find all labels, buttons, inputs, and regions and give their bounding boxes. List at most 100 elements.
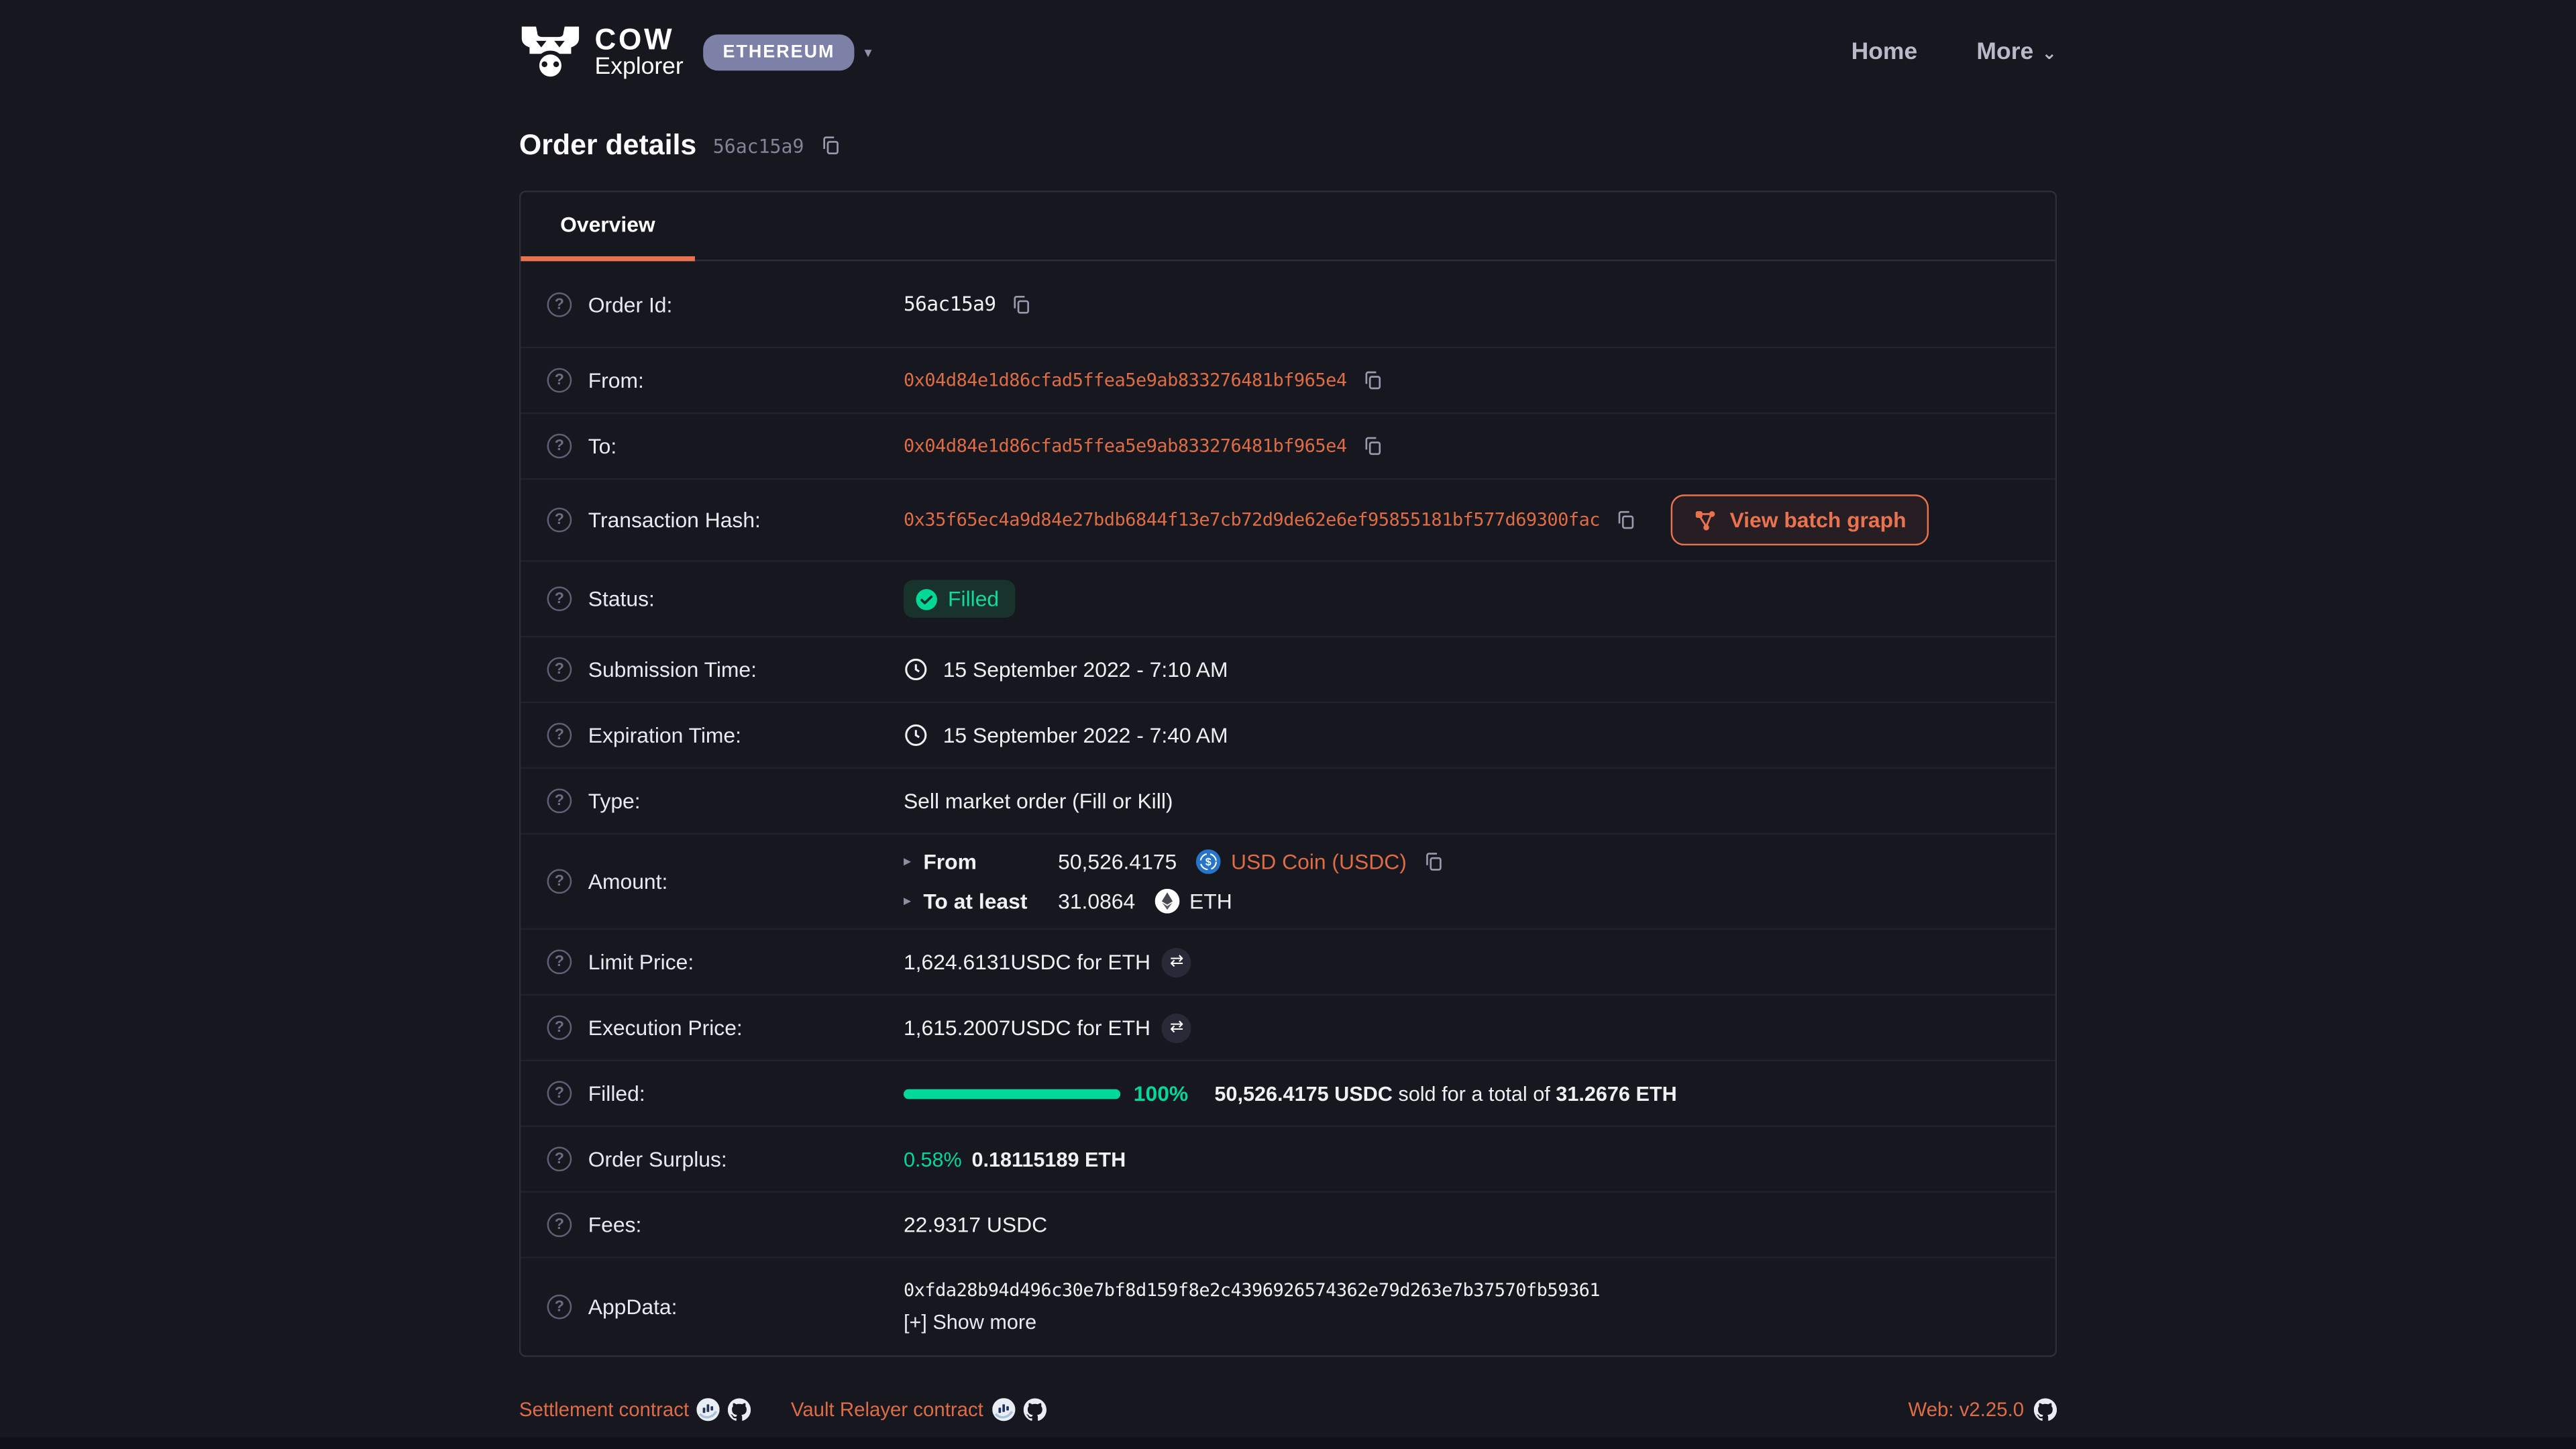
- amount-from-value: 50,526.4175: [1058, 849, 1177, 874]
- usdc-icon: $: [1197, 849, 1222, 874]
- check-circle-icon: [915, 588, 938, 610]
- copy-order-id-button[interactable]: [820, 135, 842, 156]
- help-icon[interactable]: ?: [547, 1212, 572, 1237]
- settlement-contract-link[interactable]: Settlement contract: [519, 1398, 689, 1421]
- row-to: ? To: 0x04d84e1d86cfad5ffea5e9ab83327648…: [521, 413, 2055, 478]
- row-order-id: ? Order Id: 56ac15a9: [521, 261, 2055, 346]
- order-id-value: 56ac15a9: [904, 292, 996, 315]
- settlement-contract-group: Settlement contract: [519, 1398, 751, 1421]
- cow-explorer-logo[interactable]: COW Explorer: [519, 21, 684, 84]
- help-icon[interactable]: ?: [547, 434, 572, 459]
- order-short-id: 56ac15a9: [713, 134, 804, 157]
- nav-more-menu[interactable]: More ⌄: [1976, 40, 2057, 66]
- copy-icon[interactable]: [1362, 435, 1383, 457]
- web-version-link[interactable]: Web: v2.25.0: [1908, 1398, 2024, 1421]
- main-nav: Home More ⌄: [1851, 40, 2057, 66]
- tab-bar: Overview: [521, 193, 2055, 262]
- github-icon[interactable]: [2034, 1398, 2057, 1421]
- row-execution-price: ? Execution Price: 1,615.2007USDC for ET…: [521, 994, 2055, 1060]
- help-icon[interactable]: ?: [547, 869, 572, 894]
- invert-price-button[interactable]: ⇄: [1162, 947, 1191, 977]
- row-transaction-hash: ? Transaction Hash: 0x35f65ec4a9d84e27bd…: [521, 478, 2055, 560]
- logo-wordmark: COW Explorer: [595, 24, 684, 81]
- help-icon[interactable]: ?: [547, 586, 572, 611]
- surplus-percent: 0.58%: [904, 1148, 962, 1171]
- etherscan-icon[interactable]: [991, 1398, 1014, 1421]
- clock-icon: [904, 657, 928, 682]
- status-badge: Filled: [904, 580, 1016, 617]
- eth-icon: [1155, 889, 1180, 914]
- top-bar: COW Explorer ETHEREUM ▾ Home More ⌄: [0, 0, 2576, 84]
- triangle-right-icon: ▸: [904, 892, 923, 910]
- from-address-link[interactable]: 0x04d84e1d86cfad5ffea5e9ab833276481bf965…: [904, 370, 1347, 391]
- copy-icon[interactable]: [1362, 370, 1383, 391]
- main-content: Order details 56ac15a9 Overview ? Order …: [519, 128, 2057, 1357]
- surplus-value: 0.18115189 ETH: [971, 1148, 1126, 1171]
- help-icon[interactable]: ?: [547, 1015, 572, 1040]
- order-details-card: Overview ? Order Id: 56ac15a9 ?: [519, 191, 2057, 1357]
- row-status: ? Status: Filled: [521, 560, 2055, 636]
- network-selector-badge[interactable]: ETHEREUM: [703, 34, 855, 70]
- logo-subtitle: Explorer: [595, 54, 684, 81]
- amount-to-line: ▸ To at least 31.0864 ETH: [904, 889, 1444, 914]
- cow-icon: [519, 21, 582, 84]
- tx-hash-link[interactable]: 0x35f65ec4a9d84e27bdb6844f13e7cb72d9de62…: [904, 509, 1600, 531]
- amount-from-line: ▸ From 50,526.4175 $ USD Coin (USDC): [904, 849, 1444, 874]
- help-icon[interactable]: ?: [547, 723, 572, 748]
- help-icon[interactable]: ?: [547, 508, 572, 533]
- execution-price-suffix: USDC for ETH: [1010, 1015, 1150, 1040]
- page-title: Order details: [519, 128, 696, 162]
- help-icon[interactable]: ?: [547, 950, 572, 975]
- help-icon[interactable]: ?: [547, 292, 572, 317]
- tab-overview[interactable]: Overview: [521, 193, 694, 262]
- etherscan-icon[interactable]: [697, 1398, 720, 1421]
- eth-token-label: ETH: [1189, 889, 1232, 914]
- help-icon[interactable]: ?: [547, 1146, 572, 1171]
- expiration-time-value: 15 September 2022 - 7:40 AM: [943, 723, 1228, 748]
- usdc-token-link[interactable]: USD Coin (USDC): [1231, 849, 1407, 874]
- filled-summary: 50,526.4175 USDC sold for a total of 31.…: [1214, 1082, 1676, 1105]
- github-icon[interactable]: [1023, 1398, 1046, 1421]
- nav-home-link[interactable]: Home: [1851, 40, 1918, 66]
- row-type: ? Type: Sell market order (Fill or Kill): [521, 767, 2055, 833]
- network-caret-down-icon[interactable]: ▾: [864, 44, 871, 62]
- row-filled: ? Filled: 100% 50,526.4175 USDC sold for…: [521, 1060, 2055, 1126]
- swap-arrows-icon: ⇄: [1170, 953, 1184, 971]
- copy-icon[interactable]: [1615, 509, 1636, 531]
- batch-graph-icon: [1694, 508, 1717, 531]
- help-icon[interactable]: ?: [547, 789, 572, 814]
- row-fees: ? Fees: 22.9317 USDC: [521, 1191, 2055, 1257]
- row-limit-price: ? Limit Price: 1,624.6131USDC for ETH ⇄: [521, 928, 2055, 994]
- execution-price-amount: 1,615.2007: [904, 1015, 1010, 1040]
- help-icon[interactable]: ?: [547, 1295, 572, 1320]
- github-icon[interactable]: [729, 1398, 751, 1421]
- help-icon[interactable]: ?: [547, 657, 572, 682]
- vault-relayer-contract-link[interactable]: Vault Relayer contract: [791, 1398, 983, 1421]
- page-footer: Settlement contract Vault Relayer contra…: [0, 1398, 2576, 1421]
- row-submission-time: ? Submission Time: 15 September 2022 - 7…: [521, 636, 2055, 702]
- copy-icon[interactable]: [1011, 293, 1032, 315]
- help-icon[interactable]: ?: [547, 368, 572, 393]
- row-appdata: ? AppData: 0xfda28b94d496c30e7bf8d159f8e…: [521, 1256, 2055, 1355]
- fees-value: 22.9317 USDC: [904, 1212, 1047, 1237]
- status-text: Filled: [948, 586, 999, 611]
- logo-title: COW: [595, 24, 684, 54]
- invert-price-button[interactable]: ⇄: [1162, 1013, 1191, 1042]
- submission-time-value: 15 September 2022 - 7:10 AM: [943, 657, 1228, 682]
- page: COW Explorer ETHEREUM ▾ Home More ⌄ Ord: [0, 0, 2576, 1449]
- svg-text:$: $: [1205, 856, 1212, 868]
- to-address-link[interactable]: 0x04d84e1d86cfad5ffea5e9ab833276481bf965…: [904, 435, 1347, 457]
- row-expiration-time: ? Expiration Time: 15 September 2022 - 7…: [521, 702, 2055, 767]
- row-order-surplus: ? Order Surplus: 0.58% 0.18115189 ETH: [521, 1126, 2055, 1191]
- chevron-down-icon: ⌄: [2042, 42, 2057, 63]
- amount-to-value: 31.0864: [1058, 889, 1135, 914]
- row-amount: ? Amount: ▸ From 50,526.4175 $ USD Coin …: [521, 833, 2055, 928]
- appdata-show-more-link[interactable]: [+] Show more: [904, 1311, 1600, 1334]
- filled-progress-bar: [904, 1088, 1120, 1098]
- triangle-right-icon: ▸: [904, 853, 923, 871]
- view-batch-graph-button[interactable]: View batch graph: [1670, 494, 1929, 545]
- filled-percent: 100%: [1134, 1081, 1188, 1106]
- copy-icon[interactable]: [1423, 851, 1444, 873]
- help-icon[interactable]: ?: [547, 1081, 572, 1106]
- limit-price-amount: 1,624.6131: [904, 950, 1010, 975]
